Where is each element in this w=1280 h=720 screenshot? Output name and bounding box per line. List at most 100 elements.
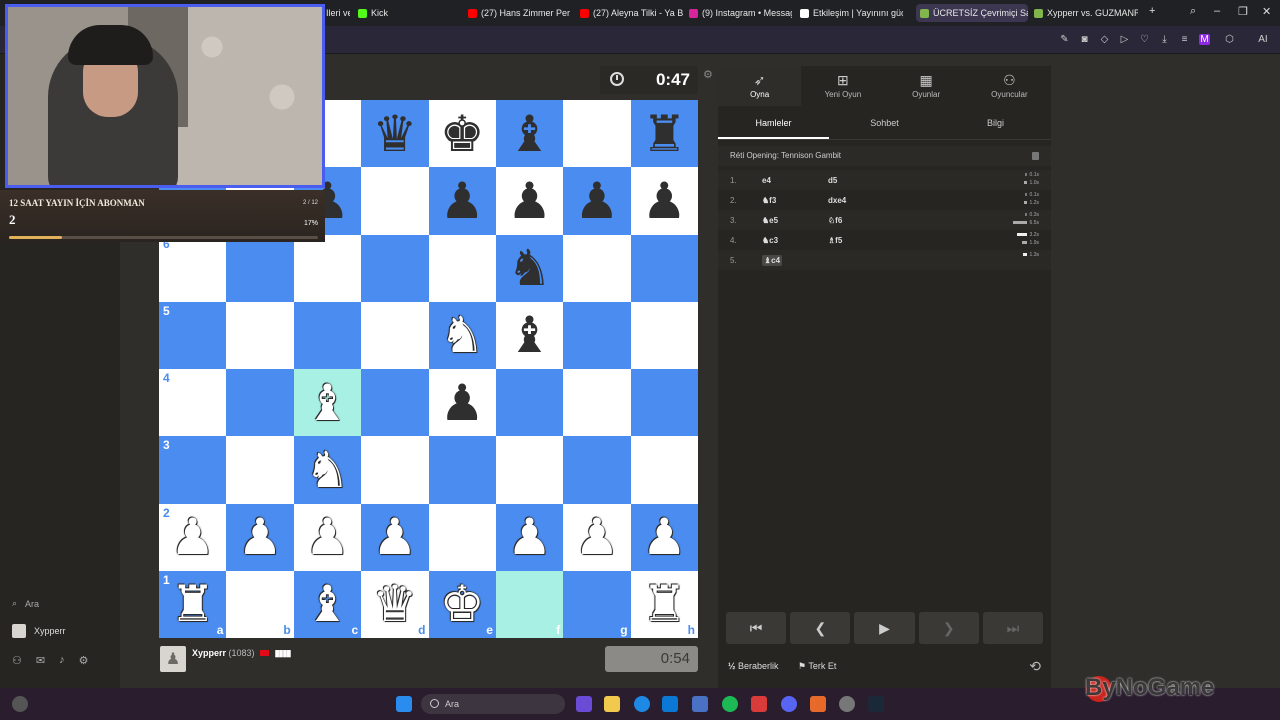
square-d7[interactable] <box>361 167 429 235</box>
discord-icon[interactable] <box>781 696 797 712</box>
square-h3[interactable] <box>630 436 698 504</box>
steam-icon[interactable] <box>868 696 884 712</box>
square-f3[interactable] <box>495 436 564 504</box>
square-b6[interactable] <box>226 234 294 302</box>
next-move-button[interactable]: ❯ <box>918 612 979 644</box>
menu-icon[interactable]: ≡ <box>1179 34 1190 45</box>
shield-icon[interactable]: ◇ <box>1099 34 1110 45</box>
square-d1[interactable]: d ♛ <box>361 570 429 638</box>
white-pawn-icon[interactable]: ♟ <box>361 504 428 571</box>
new-tab-button[interactable]: + <box>1149 5 1155 17</box>
browser-tab[interactable]: (27) Hans Zimmer Per <box>468 4 572 22</box>
gear-icon[interactable]: ⚙ <box>79 654 89 667</box>
flip-board-icon[interactable]: ⟲ <box>1029 658 1041 675</box>
white-rook-icon[interactable]: ♜ <box>159 571 226 638</box>
square-f2[interactable]: ♟ <box>495 503 564 571</box>
square-a1[interactable]: 1 a ♜ <box>159 570 227 638</box>
white-move[interactable]: ♞f3 <box>762 196 776 205</box>
square-d2[interactable]: ♟ <box>361 503 429 571</box>
black-bishop-icon[interactable]: ♝ <box>496 100 563 167</box>
square-f1[interactable]: f <box>495 570 564 638</box>
browser-tab[interactable]: (9) Instagram • Messages <box>689 4 792 22</box>
white-pawn-icon[interactable]: ♟ <box>159 504 226 571</box>
square-d8[interactable]: ♛ <box>361 100 429 168</box>
mail-icon[interactable]: ✉ <box>36 654 45 667</box>
tab-moves[interactable]: Hamleler <box>718 112 829 139</box>
sidebar-search[interactable]: ⌕ Ara <box>12 598 39 609</box>
square-f4[interactable] <box>495 369 564 437</box>
square-e3[interactable] <box>428 436 496 504</box>
square-f5[interactable]: ♝ <box>495 301 564 369</box>
store-icon[interactable] <box>662 696 678 712</box>
square-e6[interactable] <box>428 234 496 302</box>
square-g5[interactable] <box>563 301 631 369</box>
white-knight-icon[interactable]: ♞ <box>429 302 496 369</box>
square-g6[interactable] <box>563 234 631 302</box>
square-h6[interactable] <box>630 234 698 302</box>
file-explorer-icon[interactable] <box>604 696 620 712</box>
square-e2[interactable] <box>428 503 496 571</box>
square-g2[interactable]: ♟ <box>563 503 631 571</box>
black-move[interactable]: d5 <box>828 176 837 185</box>
black-pawn-icon[interactable]: ♟ <box>429 167 496 234</box>
white-queen-icon[interactable]: ♛ <box>361 571 428 638</box>
windows-start-icon[interactable] <box>396 696 412 712</box>
white-bishop-icon[interactable]: ♝ <box>294 369 361 436</box>
square-b3[interactable] <box>226 436 294 504</box>
black-pawn-icon[interactable]: ♟ <box>563 167 630 234</box>
sidebar-user[interactable]: Xypperr <box>12 624 66 638</box>
square-g3[interactable] <box>563 436 631 504</box>
square-b1[interactable]: b <box>226 570 294 638</box>
white-move[interactable]: ♞e5 <box>762 216 778 225</box>
play-moves-button[interactable]: ▶ <box>854 612 915 644</box>
extensions-icon[interactable]: ⬡ <box>1224 34 1235 45</box>
square-a6[interactable]: 6 <box>159 234 227 302</box>
square-c2[interactable]: ♟ <box>293 503 362 571</box>
square-f7[interactable]: ♟ <box>495 167 564 235</box>
browser-tab[interactable]: Kick <box>358 4 458 22</box>
close-icon[interactable]: ✕ <box>1262 5 1271 18</box>
browser-tab[interactable]: (27) Aleyna Tilki - Ya Bu <box>580 4 683 22</box>
black-pawn-icon[interactable]: ♟ <box>496 167 563 234</box>
nav-play[interactable]: ➶ Oyna <box>718 66 802 106</box>
taskbar-search[interactable]: Ara <box>421 694 565 714</box>
white-bishop-icon[interactable]: ♝ <box>294 571 361 638</box>
square-d5[interactable] <box>361 301 429 369</box>
nav-players[interactable]: ⚇ Oyuncular <box>968 66 1051 106</box>
opera-icon[interactable] <box>751 696 767 712</box>
opening-name[interactable]: Réti Opening: Tennison Gambit <box>730 151 841 160</box>
black-pawn-icon[interactable]: ♟ <box>429 369 496 436</box>
white-knight-icon[interactable]: ♞ <box>294 436 361 503</box>
camera-icon[interactable]: ◙ <box>1079 34 1090 45</box>
black-move[interactable]: ♗f5 <box>828 236 842 245</box>
square-g1[interactable]: g <box>563 570 631 638</box>
browser-tab[interactable]: Ileri ve <box>326 4 350 22</box>
square-f6[interactable]: ♞ <box>495 234 564 302</box>
app-icon[interactable] <box>692 696 708 712</box>
square-g4[interactable] <box>563 369 631 437</box>
edit-icon[interactable]: ✎ <box>1059 34 1070 45</box>
edge-icon[interactable] <box>634 696 650 712</box>
previous-move-button[interactable]: ❮ <box>790 612 851 644</box>
black-rook-icon[interactable]: ♜ <box>631 100 698 167</box>
square-e7[interactable]: ♟ <box>428 167 496 235</box>
square-h4[interactable] <box>630 369 698 437</box>
square-a4[interactable]: 4 <box>159 369 227 437</box>
white-pawn-icon[interactable]: ♟ <box>226 504 293 571</box>
download-icon[interactable]: ⤓ <box>1159 34 1170 45</box>
restore-icon[interactable]: ❐ <box>1238 5 1248 18</box>
widget-icon[interactable] <box>12 696 28 712</box>
white-pawn-icon[interactable]: ♟ <box>496 504 563 571</box>
black-bishop-icon[interactable]: ♝ <box>496 302 563 369</box>
black-knight-icon[interactable]: ♞ <box>496 235 563 302</box>
white-move[interactable]: e4 <box>762 176 771 185</box>
black-queen-icon[interactable]: ♛ <box>361 100 428 167</box>
square-b5[interactable] <box>226 301 294 369</box>
minimize-icon[interactable]: – <box>1214 5 1220 17</box>
square-d4[interactable] <box>361 369 429 437</box>
square-a5[interactable]: 5 <box>159 301 227 369</box>
ai-button[interactable]: AI <box>1252 34 1274 45</box>
white-king-icon[interactable]: ♚ <box>429 571 496 638</box>
square-h5[interactable] <box>630 301 698 369</box>
profile-avatar[interactable]: M <box>1199 34 1210 45</box>
